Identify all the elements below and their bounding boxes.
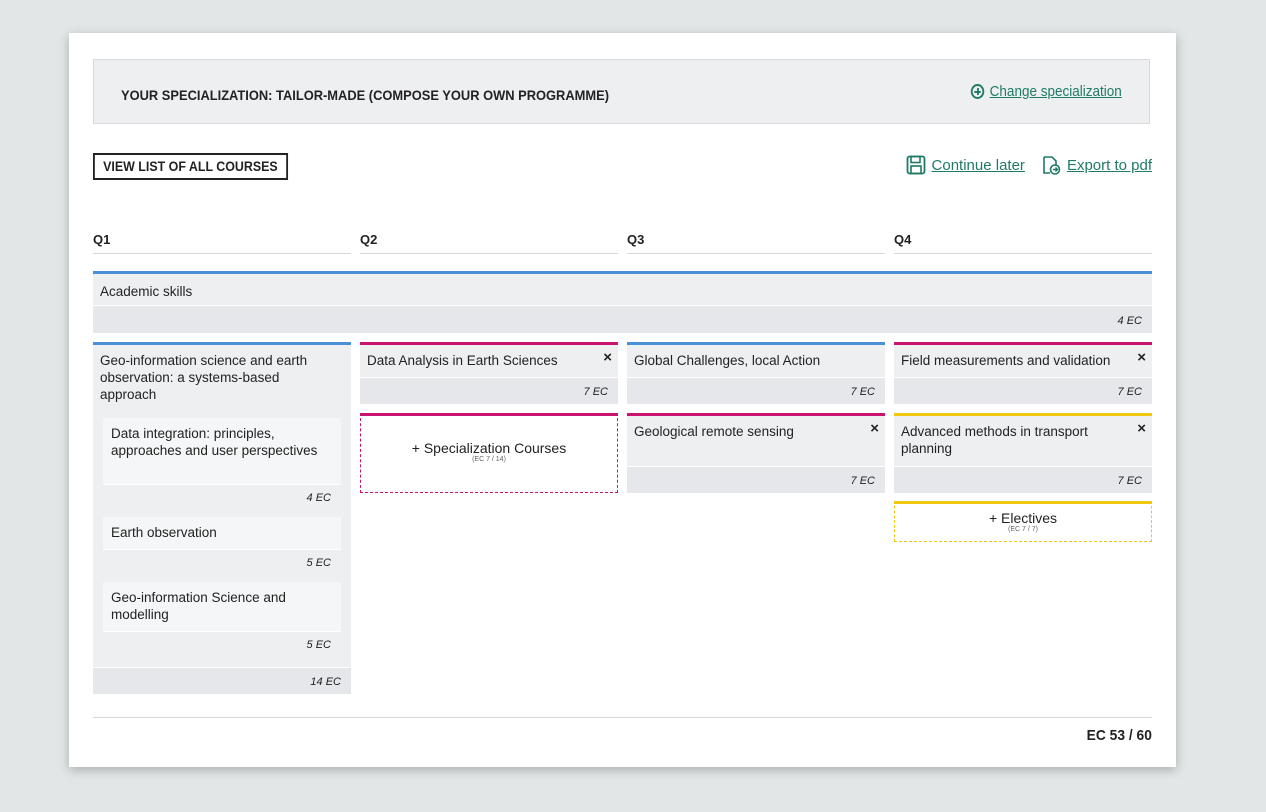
- quarter-header-q3: Q3: [627, 232, 885, 254]
- close-icon[interactable]: ×: [603, 349, 612, 366]
- course-title: Academic skills: [100, 284, 193, 299]
- add-ec-count: (EC 7 / 7): [1008, 526, 1038, 533]
- sub-course-title: Geo-information Science and modelling: [111, 590, 286, 622]
- export-pdf-icon: [1043, 156, 1061, 175]
- view-all-courses-button[interactable]: VIEW LIST OF ALL COURSES: [93, 153, 288, 180]
- group-title: Geo-information science and earth observ…: [100, 353, 308, 402]
- export-pdf-label: Export to pdf: [1066, 156, 1152, 174]
- ec-strip: 7 EC: [360, 377, 618, 404]
- sub-course-title: Earth observation: [111, 525, 217, 540]
- course-card[interactable]: Field measurements and validation × 7 EC: [894, 342, 1152, 404]
- add-label: + Electives: [988, 510, 1058, 526]
- change-specialization-label: Change specialization: [989, 83, 1122, 100]
- academic-skills-course[interactable]: Academic skills 4 EC: [93, 271, 1152, 333]
- course-title: Global Challenges, local Action: [634, 353, 821, 368]
- sub-course-ec: 5 EC: [306, 557, 331, 569]
- add-ec-count: (EC 7 / 14): [472, 456, 506, 463]
- programme-card: YOUR SPECIALIZATION: TAILOR-MADE (COMPOS…: [69, 33, 1176, 767]
- course-ec: 4 EC: [1117, 315, 1142, 327]
- course-card[interactable]: Advanced methods in transport planning ×…: [894, 413, 1152, 493]
- quarter-header-q1: Q1: [93, 232, 351, 254]
- close-icon[interactable]: ×: [870, 420, 879, 437]
- sub-course[interactable]: Earth observation 5 EC: [103, 517, 341, 574]
- ec-strip: 7 EC: [627, 377, 885, 404]
- course-ec: 7 EC: [850, 386, 875, 398]
- course-title: Field measurements and validation: [901, 353, 1111, 368]
- course-card[interactable]: Geological remote sensing × 7 EC: [627, 413, 885, 493]
- course-ec: 7 EC: [583, 386, 608, 398]
- course-card[interactable]: Global Challenges, local Action 7 EC: [627, 342, 885, 404]
- plus-circle-icon: [971, 84, 985, 99]
- group-ec-strip: 14 EC: [93, 667, 351, 694]
- add-electives-button[interactable]: + Electives (EC 7 / 7): [894, 501, 1152, 542]
- close-icon[interactable]: ×: [1137, 349, 1146, 366]
- specialization-bar: YOUR SPECIALIZATION: TAILOR-MADE (COMPOS…: [93, 59, 1150, 124]
- save-icon: [906, 155, 925, 175]
- close-icon[interactable]: ×: [1137, 420, 1146, 437]
- course-title: Advanced methods in transport planning: [901, 424, 1088, 456]
- quarter-header-q4: Q4: [894, 232, 1152, 254]
- add-specialization-courses-button[interactable]: + Specialization Courses (EC 7 / 14): [360, 413, 618, 493]
- specialization-title: YOUR SPECIALIZATION: TAILOR-MADE (COMPOS…: [121, 87, 610, 103]
- quarter-header-q2: Q2: [360, 232, 618, 254]
- total-ec: EC 53 / 60: [1086, 727, 1152, 744]
- add-label: + Specialization Courses: [411, 440, 567, 456]
- course-title: Geological remote sensing: [634, 424, 794, 439]
- actions-bar: Continue later Export to pdf: [906, 155, 1152, 175]
- sub-course-title: Data integration: principles, approaches…: [111, 426, 318, 458]
- q1-course-group: Geo-information science and earth observ…: [93, 342, 351, 694]
- footer-divider: [93, 717, 1152, 718]
- export-pdf-link[interactable]: Export to pdf: [1041, 155, 1152, 175]
- sub-course[interactable]: Geo-information Science and modelling 5 …: [103, 582, 341, 656]
- course-ec: 7 EC: [1117, 386, 1142, 398]
- sub-course[interactable]: Data integration: principles, approaches…: [103, 418, 341, 509]
- ec-strip: 7 EC: [627, 466, 885, 493]
- ec-strip: 7 EC: [894, 466, 1152, 493]
- ec-strip: 4 EC: [93, 305, 1152, 333]
- course-ec: 7 EC: [1117, 475, 1142, 487]
- continue-later-label: Continue later: [931, 156, 1025, 174]
- ec-strip: 7 EC: [894, 377, 1152, 404]
- ec-strip: 4 EC: [103, 484, 341, 509]
- change-specialization-link[interactable]: Change specialization: [971, 83, 1122, 100]
- sub-course-ec: 4 EC: [306, 492, 331, 504]
- sub-course-ec: 5 EC: [306, 639, 331, 651]
- ec-strip: 5 EC: [103, 549, 341, 574]
- group-ec: 14 EC: [310, 676, 341, 688]
- course-card[interactable]: Data Analysis in Earth Sciences × 7 EC: [360, 342, 618, 404]
- course-ec: 7 EC: [850, 475, 875, 487]
- continue-later-link[interactable]: Continue later: [906, 155, 1025, 175]
- ec-strip: 5 EC: [103, 631, 341, 656]
- course-title: Data Analysis in Earth Sciences: [367, 353, 558, 368]
